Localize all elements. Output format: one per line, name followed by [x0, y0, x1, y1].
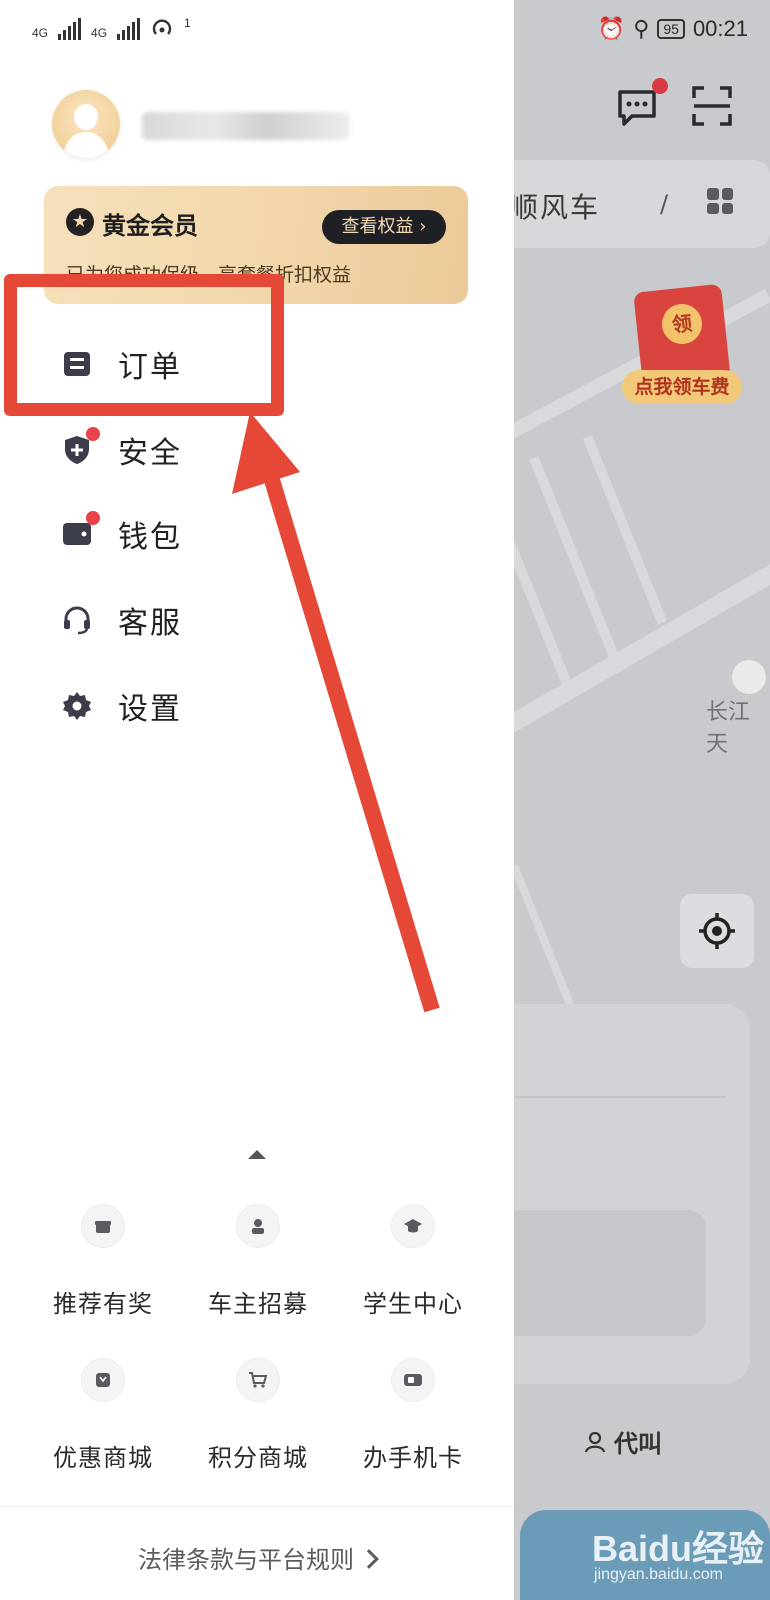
sim-card-icon	[391, 1358, 435, 1402]
headset-icon	[62, 605, 92, 635]
username-blurred[interactable]	[142, 112, 350, 140]
menu-item-support[interactable]: 客服	[62, 592, 362, 648]
signal-icon	[58, 18, 82, 40]
red-packet-label: 点我领车费	[622, 370, 742, 404]
message-icon[interactable]	[616, 88, 658, 128]
security-badge	[86, 427, 100, 441]
map-road	[510, 864, 578, 1016]
member-title: 黄金会员	[102, 212, 198, 240]
menu-item-security[interactable]: 安全	[62, 422, 362, 478]
gear-icon	[62, 691, 92, 721]
highlight-box	[4, 274, 284, 416]
coupon-icon	[81, 1358, 125, 1402]
watermark-url: jingyan.baidu.com	[594, 1566, 723, 1583]
person-icon	[584, 1431, 606, 1452]
message-badge	[652, 78, 668, 94]
crosshair-icon	[699, 913, 735, 949]
watermark: Baidu经验	[592, 1528, 765, 1569]
grid-label: 推荐有奖	[53, 1290, 153, 1318]
map-place-label: 长江天	[706, 700, 751, 757]
grid-item-discount-mall[interactable]: 优惠商城	[26, 1358, 180, 1478]
wallet-badge	[86, 511, 100, 525]
footer-divider	[0, 1506, 514, 1507]
grid-item-sim-card[interactable]: 办手机卡	[336, 1358, 490, 1478]
menu-label: 安全	[118, 436, 182, 471]
grid-item-points-mall[interactable]: 积分商城	[181, 1358, 335, 1478]
star-icon: ★	[66, 208, 94, 236]
grid-label: 车主招募	[208, 1290, 308, 1318]
grid-item-student-center[interactable]: 学生中心	[336, 1204, 490, 1324]
driver-icon	[236, 1204, 280, 1248]
legal-label: 法律条款与平台规则	[138, 1546, 354, 1574]
scan-icon[interactable]	[692, 86, 732, 126]
card-divider	[500, 1096, 726, 1098]
location-icon: ⚲	[633, 16, 650, 41]
status-bar-left: 4G 4G 1	[32, 16, 191, 40]
grid-item-referral[interactable]: 推荐有奖	[26, 1204, 180, 1324]
time: 00:21	[692, 16, 748, 41]
grid-label: 办手机卡	[363, 1444, 463, 1472]
red-packet-promo[interactable]: 领 点我领车费	[622, 282, 742, 412]
network-2: 4G	[91, 26, 108, 40]
side-drawer: 4G 4G 1 ★ 黄金会员 查看权益 › 已为您成功保级，享套餐折扣权益 订单	[0, 0, 514, 1600]
hotspot-count: 1	[184, 16, 191, 30]
battery-indicator: 95	[657, 19, 685, 39]
place-icon	[732, 660, 766, 694]
alarm-icon: ⏰	[597, 16, 626, 41]
cart-icon	[236, 1358, 280, 1402]
menu-label: 客服	[118, 606, 182, 641]
hotspot-icon	[152, 19, 172, 35]
menu-label: 设置	[118, 692, 182, 727]
shield-plus-icon	[62, 427, 100, 465]
menu-label: 钱包	[118, 520, 182, 555]
menu-item-wallet[interactable]: 钱包	[62, 506, 362, 562]
destination-input[interactable]	[500, 1210, 706, 1336]
status-bar-right: ⏰ ⚲ 95 00:21	[598, 16, 748, 42]
grid-label: 积分商城	[208, 1444, 308, 1472]
tab-separator: /	[660, 190, 669, 218]
locate-button[interactable]	[680, 894, 754, 968]
avatar[interactable]	[52, 90, 120, 158]
chevron-right-icon	[359, 1549, 379, 1569]
grid-label: 学生中心	[363, 1290, 463, 1318]
network-1: 4G	[32, 26, 49, 40]
wallet-icon	[62, 511, 100, 549]
tab-shunfengche[interactable]: 顺风车	[510, 186, 600, 226]
collapse-arrow-icon[interactable]	[248, 1150, 266, 1159]
legal-terms-link[interactable]: 法律条款与平台规则	[0, 1540, 514, 1575]
daijiao-label: 代叫	[614, 1430, 662, 1458]
grid-label: 优惠商城	[53, 1444, 153, 1472]
grid-item-driver-recruit[interactable]: 车主招募	[181, 1204, 335, 1324]
menu-item-settings[interactable]: 设置	[62, 678, 362, 734]
gift-icon	[81, 1204, 125, 1248]
grid-menu-icon[interactable]	[707, 188, 733, 214]
daijiao-button[interactable]: 代叫	[584, 1424, 662, 1459]
graduation-cap-icon	[391, 1204, 435, 1248]
map-road	[582, 435, 668, 625]
view-benefits-button[interactable]: 查看权益 ›	[322, 210, 446, 244]
signal-icon	[117, 18, 141, 40]
